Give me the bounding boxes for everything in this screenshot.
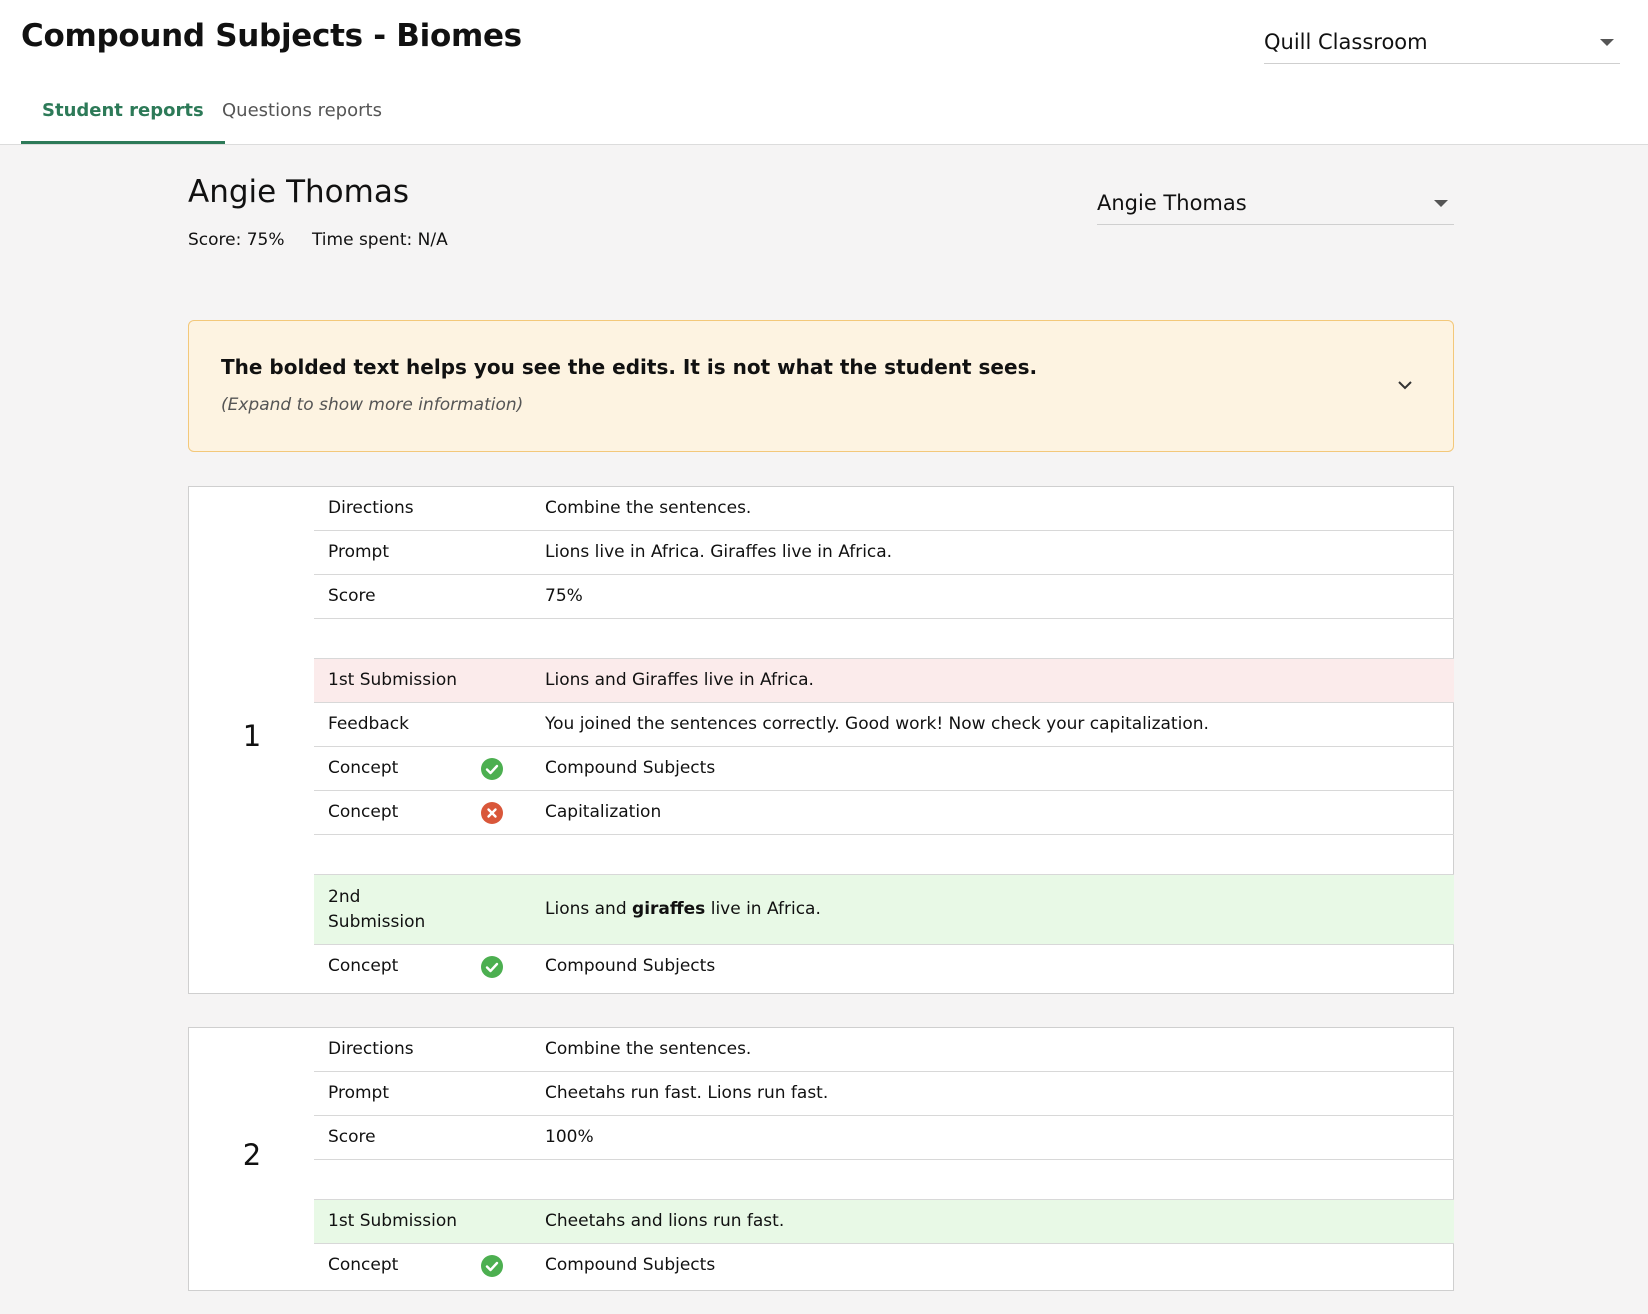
notice-subtitle: (Expand to show more information) xyxy=(221,395,524,415)
student-time-spent: Time spent: N/A xyxy=(311,230,448,250)
concept-name: Compound Subjects xyxy=(545,1255,716,1275)
row-label: Prompt xyxy=(328,542,389,562)
x-circle-icon xyxy=(481,802,503,824)
text-part: live in Africa. xyxy=(705,899,821,919)
row-label: Concept xyxy=(328,758,399,778)
student-select[interactable]: Angie Thomas xyxy=(1097,182,1454,225)
score-row: Score 75% xyxy=(314,575,1454,619)
feedback-text: You joined the sentences correctly. Good… xyxy=(545,714,1209,734)
row-label: 1st Submission xyxy=(328,1211,457,1231)
concept-row: Concept Compound Subjects xyxy=(314,1244,1454,1288)
question-number: 2 xyxy=(242,1138,262,1172)
submission-text: Lions and Giraffes live in Africa. xyxy=(545,670,814,690)
row-value: Combine the sentences. xyxy=(545,1039,752,1059)
question-card-2: 2 Directions Combine the sentences. Prom… xyxy=(188,1027,1454,1291)
row-label-line: Submission xyxy=(328,912,426,932)
student-select-value: Angie Thomas xyxy=(1097,191,1247,215)
directions-row: Directions Combine the sentences. xyxy=(314,1028,1454,1072)
submission-row: 1st Submission Lions and Giraffes live i… xyxy=(314,659,1454,703)
row-label-line: 2nd xyxy=(328,887,361,907)
check-circle-icon xyxy=(481,956,503,978)
concept-row: Concept Compound Subjects xyxy=(314,945,1454,989)
concept-name: Compound Subjects xyxy=(545,758,716,778)
spacer-row xyxy=(314,619,1454,659)
tab-label: Student reports xyxy=(42,100,204,121)
tab-student-reports[interactable]: Student reports xyxy=(21,96,225,144)
row-value: Lions live in Africa. Giraffes live in A… xyxy=(545,542,893,562)
concept-row: Concept Capitalization xyxy=(314,791,1454,835)
student-name: Angie Thomas xyxy=(188,174,409,210)
row-label: Concept xyxy=(328,1255,399,1275)
row-label: Concept xyxy=(328,956,399,976)
concept-row: Concept Compound Subjects xyxy=(314,747,1454,791)
bold-text-notice[interactable]: The bolded text helps you see the edits.… xyxy=(188,320,1454,452)
chevron-down-icon[interactable] xyxy=(1393,373,1417,397)
prompt-row: Prompt Lions live in Africa. Giraffes li… xyxy=(314,531,1454,575)
row-label: Directions xyxy=(328,498,414,518)
classroom-select[interactable]: Quill Classroom xyxy=(1264,21,1620,64)
top-bar: Compound Subjects - Biomes Quill Classro… xyxy=(0,0,1648,145)
check-circle-icon xyxy=(481,758,503,780)
row-label: Prompt xyxy=(328,1083,389,1103)
check-circle-icon xyxy=(481,1255,503,1277)
score-row: Score 100% xyxy=(314,1116,1454,1160)
spacer-row xyxy=(314,1160,1454,1200)
row-value: Cheetahs run fast. Lions run fast. xyxy=(545,1083,829,1103)
row-label: Feedback xyxy=(328,714,409,734)
row-label: Concept xyxy=(328,802,399,822)
feedback-row: Feedback You joined the sentences correc… xyxy=(314,703,1454,747)
row-value: Combine the sentences. xyxy=(545,498,752,518)
question-number: 1 xyxy=(242,719,262,753)
directions-row: Directions Combine the sentences. xyxy=(314,487,1454,531)
classroom-select-value: Quill Classroom xyxy=(1264,30,1428,54)
prompt-row: Prompt Cheetahs run fast. Lions run fast… xyxy=(314,1072,1454,1116)
spacer-row xyxy=(314,835,1454,875)
text-part: Lions and xyxy=(545,899,633,919)
row-label: Directions xyxy=(328,1039,414,1059)
caret-down-icon xyxy=(1434,200,1448,207)
row-label: 1st Submission xyxy=(328,670,457,690)
concept-name: Capitalization xyxy=(545,802,662,822)
student-score: Score: 75% xyxy=(188,230,285,250)
student-stats: Score: 75% Time spent: N/A xyxy=(188,230,470,250)
submission-text: Lions and giraffes live in Africa. xyxy=(545,875,821,944)
caret-down-icon xyxy=(1600,39,1614,46)
page-title: Compound Subjects - Biomes xyxy=(21,18,522,54)
row-label: Score xyxy=(328,1127,376,1147)
tab-questions-reports[interactable]: Questions reports xyxy=(201,96,403,144)
edited-word: giraffes xyxy=(632,899,706,919)
submission-row: 1st Submission Cheetahs and lions run fa… xyxy=(314,1200,1454,1244)
row-value: 75% xyxy=(545,586,583,606)
notice-title: The bolded text helps you see the edits.… xyxy=(221,355,1038,379)
question-card-1: 1 Directions Combine the sentences. Prom… xyxy=(188,486,1454,994)
submission-text: Cheetahs and lions run fast. xyxy=(545,1211,785,1231)
concept-name: Compound Subjects xyxy=(545,956,716,976)
row-label: 2nd Submission xyxy=(328,885,425,935)
tab-label: Questions reports xyxy=(222,100,382,121)
submission-row: 2nd Submission Lions and giraffes live i… xyxy=(314,875,1454,945)
row-value: 100% xyxy=(545,1127,594,1147)
row-label: Score xyxy=(328,586,376,606)
